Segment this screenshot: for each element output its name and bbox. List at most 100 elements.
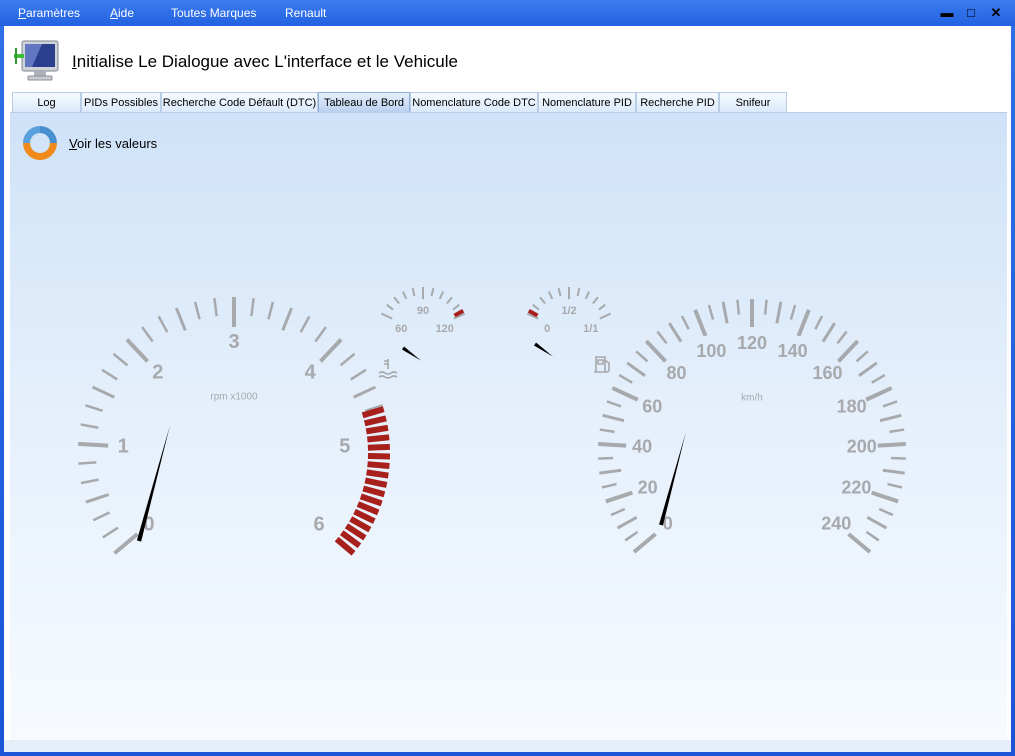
speed-tick bbox=[866, 516, 888, 530]
page-title: Initialise Le Dialogue avec L'interface … bbox=[72, 52, 458, 71]
speed-tick bbox=[598, 442, 627, 448]
rpm-tick bbox=[101, 368, 118, 381]
speed-tick bbox=[814, 315, 824, 330]
rpm-tick bbox=[350, 368, 367, 381]
temp-tick bbox=[393, 296, 400, 305]
speed-tick bbox=[889, 428, 905, 434]
tab-snifeur[interactable]: Snifeur bbox=[719, 92, 787, 112]
temp-label-120: 120 bbox=[436, 323, 454, 335]
menu-parametres[interactable]: Paramètres bbox=[18, 6, 80, 20]
temp-tick bbox=[430, 287, 435, 297]
rpm-tick bbox=[299, 315, 311, 333]
rpm-label-3: 3 bbox=[228, 331, 239, 353]
tab-nomenclature-pid[interactable]: Nomenclature PID bbox=[538, 92, 636, 112]
speed-tick bbox=[865, 530, 880, 542]
close-icon[interactable]: ✕ bbox=[987, 4, 1005, 22]
rpm-redzone-tick bbox=[365, 424, 389, 435]
monitor-icon bbox=[14, 40, 59, 81]
speed-tick bbox=[598, 456, 614, 460]
speed-tick bbox=[707, 304, 715, 320]
fuel-label-1-2: 1/2 bbox=[561, 305, 576, 317]
tab-tableau-de-bord[interactable]: Tableau de Bord bbox=[318, 92, 410, 112]
rpm-redzone-tick bbox=[362, 485, 386, 498]
rpm-tick bbox=[125, 338, 149, 363]
fuel-tick bbox=[539, 296, 546, 305]
rpm-redzone-tick bbox=[363, 415, 387, 427]
rpm-redzone-tick bbox=[359, 493, 383, 507]
speed-tick bbox=[721, 301, 729, 324]
menu-renault[interactable]: Renault bbox=[285, 6, 326, 20]
minimize-icon[interactable]: ▬ bbox=[938, 4, 956, 22]
rpm-label-1: 1 bbox=[118, 436, 129, 458]
speed-tick bbox=[602, 413, 625, 423]
tab-pids-possibles[interactable]: PIDs Possibles bbox=[81, 92, 161, 112]
rpm-unit-label: rpm x1000 bbox=[210, 392, 258, 403]
fuel-tick bbox=[584, 291, 591, 300]
speed-tick bbox=[796, 309, 811, 337]
rpm-label-2: 2 bbox=[152, 361, 163, 383]
fuel-pump-icon bbox=[594, 356, 610, 373]
speed-tick bbox=[606, 400, 622, 408]
speed-label-120: 120 bbox=[737, 333, 767, 353]
speed-tick bbox=[858, 361, 878, 377]
speed-tick bbox=[624, 530, 639, 542]
rpm-tick bbox=[267, 301, 275, 320]
fuel-tick bbox=[547, 291, 554, 300]
fuel-tick bbox=[599, 312, 612, 320]
fuel-tick bbox=[557, 287, 562, 297]
speed-tick bbox=[836, 330, 848, 345]
tab-recherche-pid[interactable]: Recherche PID bbox=[636, 92, 719, 112]
temp-label-90: 90 bbox=[417, 305, 429, 317]
tab-recherche-code-defaut[interactable]: Recherche Code Défault (DTC) bbox=[161, 92, 318, 112]
speed-label-80: 80 bbox=[666, 363, 686, 383]
speed-label-40: 40 bbox=[632, 437, 652, 457]
temp-tick bbox=[386, 303, 394, 311]
speed-needle bbox=[659, 432, 686, 526]
rpm-tick bbox=[92, 511, 111, 522]
speed-label-60: 60 bbox=[642, 397, 662, 417]
rpm-redzone-tick bbox=[367, 443, 390, 451]
speed-tick bbox=[887, 482, 903, 489]
tab-nomenclature-code-dtc[interactable]: Nomenclature Code DTC bbox=[410, 92, 538, 112]
tab-log[interactable]: Log bbox=[12, 92, 81, 112]
speed-tick bbox=[789, 304, 797, 320]
rpm-redzone-tick bbox=[366, 469, 389, 479]
rpm-redzone-tick bbox=[367, 461, 390, 470]
speed-label-140: 140 bbox=[778, 341, 808, 361]
menu-toutes-marques[interactable]: Toutes Marques bbox=[171, 6, 256, 20]
application-window: Paramètres Aide Toutes Marques Renault ▬… bbox=[0, 0, 1015, 756]
speed-tick bbox=[878, 507, 894, 517]
rpm-tick bbox=[78, 461, 97, 465]
speed-tick bbox=[635, 350, 649, 363]
rpm-tick bbox=[112, 352, 129, 367]
menu-aide[interactable]: Aide bbox=[110, 6, 134, 20]
rpm-tick bbox=[319, 338, 343, 363]
speed-tick bbox=[775, 301, 783, 324]
temp-tick bbox=[438, 291, 445, 300]
speed-unit-label: km/h bbox=[741, 393, 763, 404]
speed-label-180: 180 bbox=[837, 397, 867, 417]
speed-tick bbox=[667, 322, 683, 343]
temp-label-60: 60 bbox=[395, 323, 407, 335]
client-area: Initialise Le Dialogue avec L'interface … bbox=[4, 26, 1011, 752]
speed-tick bbox=[855, 350, 869, 363]
speed-tick bbox=[656, 330, 668, 345]
maximize-icon[interactable]: □ bbox=[962, 4, 980, 22]
speed-tick bbox=[680, 315, 690, 330]
rpm-label-6: 6 bbox=[313, 513, 324, 535]
speed-tick bbox=[763, 299, 768, 315]
rpm-tick bbox=[85, 493, 110, 504]
rpm-tick bbox=[250, 298, 255, 317]
temp-needle bbox=[401, 346, 422, 361]
rpm-tick bbox=[175, 307, 187, 331]
coolant-temperature-icon bbox=[378, 359, 398, 379]
speed-label-200: 200 bbox=[847, 437, 877, 457]
rpm-tick bbox=[281, 307, 293, 331]
speed-tick bbox=[871, 373, 886, 384]
speed-tick bbox=[870, 490, 899, 504]
rpm-redzone-tick bbox=[356, 501, 380, 516]
speed-label-100: 100 bbox=[696, 341, 726, 361]
speed-tick bbox=[890, 456, 906, 460]
temp-tick bbox=[411, 287, 416, 297]
rpm-redzone-tick bbox=[367, 434, 390, 443]
